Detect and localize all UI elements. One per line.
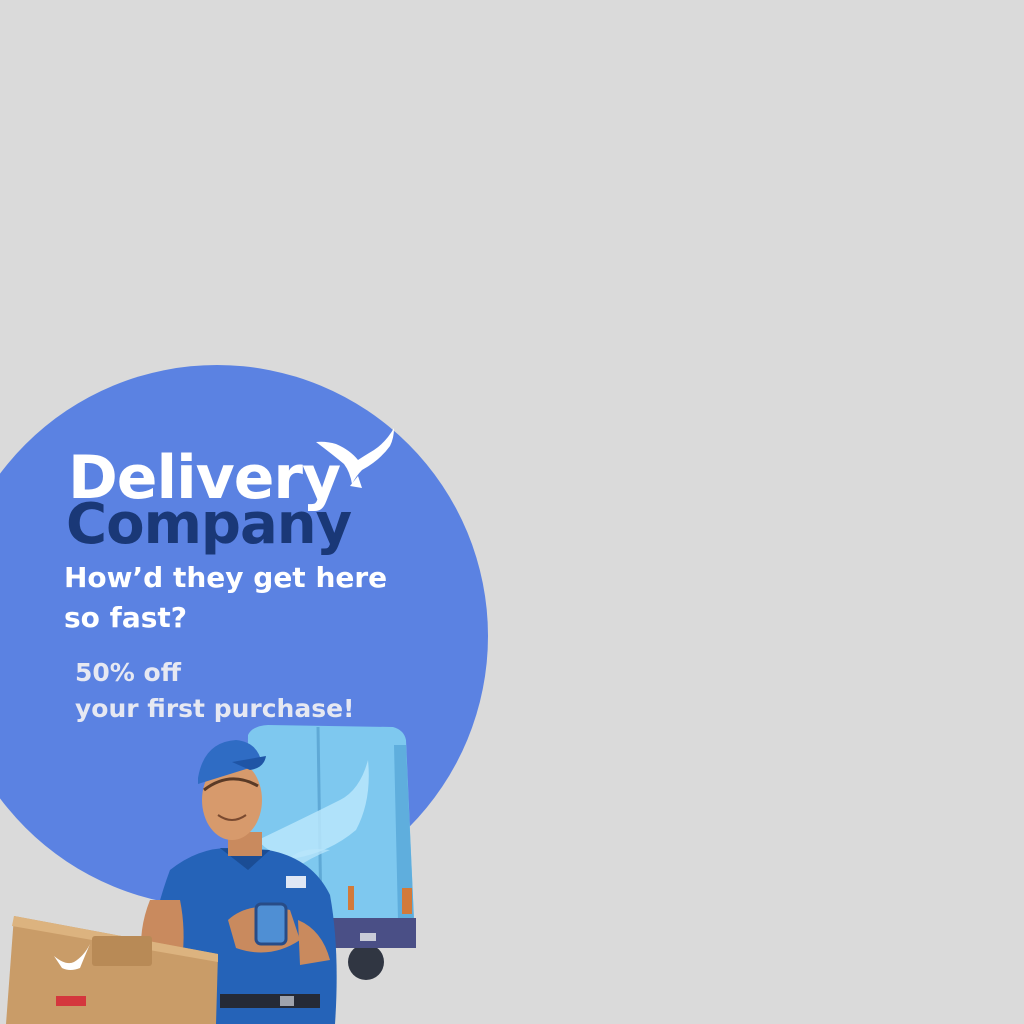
ad-canvas: Delivery Company How’d they get here so … bbox=[0, 0, 1024, 1024]
offer-discount: 50% off bbox=[75, 658, 181, 687]
tagline: How’d they get here so fast? bbox=[64, 561, 388, 634]
offer-detail: your first purchase! bbox=[75, 694, 355, 723]
delivery-illustration bbox=[6, 725, 416, 1024]
promo-offer: 50% off your first purchase! bbox=[75, 655, 375, 727]
brand-title-company: Company bbox=[66, 492, 352, 557]
